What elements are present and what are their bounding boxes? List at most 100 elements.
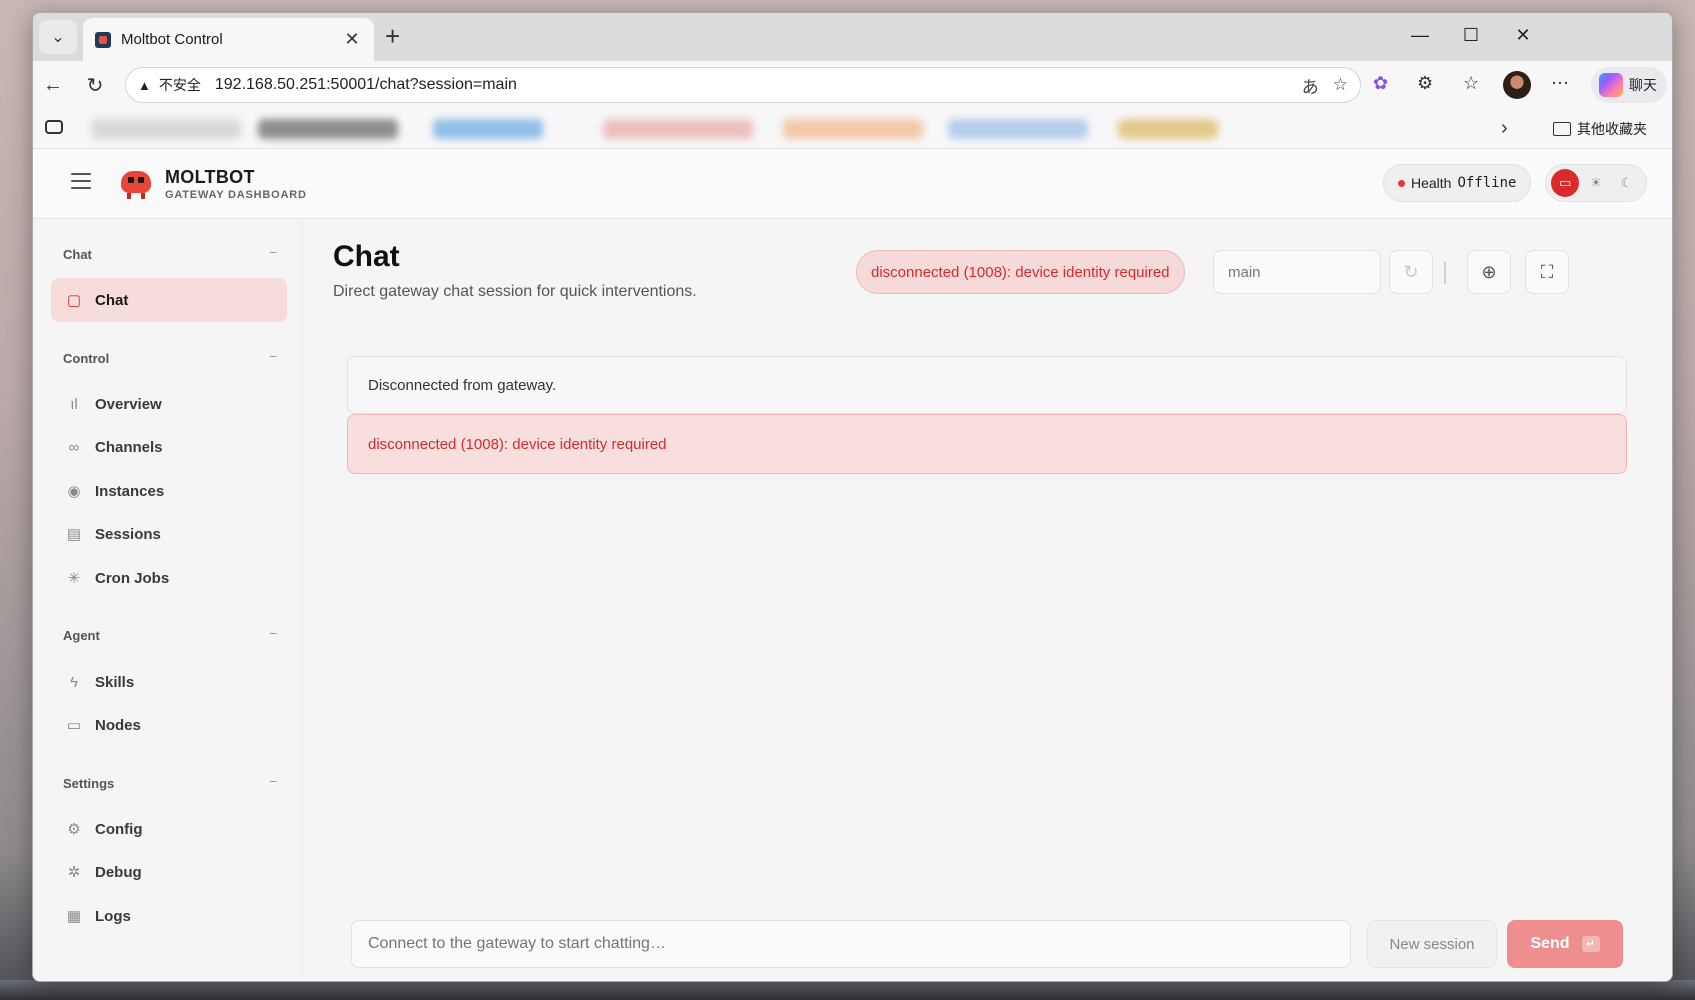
connection-error-badge: disconnected (1008): device identity req…: [856, 250, 1185, 294]
brand-title: MOLTBOT: [165, 167, 255, 187]
tab-actions-icon[interactable]: [45, 120, 63, 134]
sidebar-item-label: Overview: [95, 395, 162, 413]
sidebar-item-cron-jobs[interactable]: ✳ Cron Jobs: [51, 556, 287, 600]
app-header: MOLTBOT GATEWAY DASHBOARD Health Offline…: [33, 149, 1672, 219]
focus-mode-icon[interactable]: ⛶: [1525, 250, 1569, 294]
refresh-icon[interactable]: ↻: [1389, 250, 1433, 294]
radio-icon: ◉: [67, 483, 81, 500]
more-menu-icon[interactable]: ⋯: [1551, 73, 1569, 94]
loader-icon: ✳: [67, 570, 81, 587]
sidebar-item-channels[interactable]: ∞ Channels: [51, 425, 287, 469]
tab-title: Moltbot Control: [121, 31, 223, 48]
close-window-icon[interactable]: ✕: [1511, 25, 1535, 46]
bookmark-item[interactable]: [603, 119, 753, 139]
sidebar-item-debug[interactable]: ✲ Debug: [51, 850, 287, 894]
sidebar-item-instances[interactable]: ◉ Instances: [51, 469, 287, 513]
moltbot-logo-icon: [119, 168, 153, 200]
callout-error: disconnected (1008): device identity req…: [347, 414, 1627, 474]
tab-strip: ⌄ Moltbot Control ✕ + — ☐ ✕: [33, 13, 1672, 61]
bookmark-item[interactable]: [783, 119, 923, 139]
send-button[interactable]: Send ↵: [1507, 920, 1623, 968]
copilot-button[interactable]: 聊天: [1591, 67, 1667, 103]
brain-thinking-toggle-icon[interactable]: ⊕: [1467, 250, 1511, 294]
send-button-label: Send: [1530, 935, 1570, 952]
sidebar-item-skills[interactable]: ϟ Skills: [51, 660, 287, 704]
extensions-puzzle-icon[interactable]: ⚙: [1417, 73, 1433, 94]
callout-info: Disconnected from gateway.: [347, 356, 1627, 414]
monitor-icon: ▭: [66, 717, 82, 734]
hamburger-menu-icon[interactable]: [71, 173, 91, 194]
moltbot-app: MOLTBOT GATEWAY DASHBOARD Health Offline…: [33, 149, 1672, 981]
section-collapse-chat[interactable]: −: [269, 244, 277, 260]
sidebar-item-label: Instances: [95, 482, 165, 500]
message-composer-input[interactable]: [351, 920, 1351, 968]
theme-switcher: ▭ ☀ ☾: [1545, 164, 1647, 202]
other-bookmarks-label: 其他收藏夹: [1577, 121, 1647, 137]
minimize-icon[interactable]: —: [1408, 25, 1432, 46]
copilot-logo-icon: [1599, 73, 1623, 97]
other-bookmarks-folder[interactable]: 其他收藏夹: [1553, 119, 1647, 139]
favorites-list-icon[interactable]: ☆: [1463, 73, 1479, 94]
folder-icon: [1553, 122, 1571, 136]
main-content: Chat Direct gateway chat session for qui…: [303, 220, 1672, 981]
link-icon: ∞: [68, 438, 80, 456]
bookmark-item[interactable]: [948, 119, 1088, 139]
sidebar-item-chat[interactable]: ▢ Chat: [51, 278, 287, 322]
sidebar-item-label: Config: [95, 820, 143, 838]
desktop-background: [0, 980, 1695, 1000]
page-subtitle: Direct gateway chat session for quick in…: [333, 283, 697, 300]
address-bar[interactable]: ▲ 不安全 192.168.50.251:50001/chat?session=…: [125, 67, 1361, 103]
bookmark-item[interactable]: [1118, 119, 1218, 139]
section-collapse-agent[interactable]: −: [269, 625, 277, 641]
new-tab-button[interactable]: +: [385, 23, 400, 49]
chat-bubble-icon: ▢: [66, 292, 82, 309]
sidebar-item-label: Nodes: [95, 716, 141, 734]
sidebar-item-nodes[interactable]: ▭ Nodes: [51, 703, 287, 747]
favorite-star-icon[interactable]: ☆: [1333, 75, 1348, 95]
document-icon: ▤: [66, 526, 82, 543]
bookmark-item[interactable]: [91, 119, 241, 139]
sidebar-item-logs[interactable]: ▦ Logs: [51, 894, 287, 938]
browser-tab[interactable]: Moltbot Control ✕: [83, 18, 374, 61]
browser-window: ⌄ Moltbot Control ✕ + — ☐ ✕ ← ↻ ▲ 不安全 19…: [32, 12, 1673, 982]
tab-list-chevron-icon[interactable]: ⌄: [39, 20, 77, 54]
back-arrow-icon[interactable]: ←: [39, 71, 67, 99]
sidebar-item-sessions[interactable]: ▤ Sessions: [51, 512, 287, 556]
section-title-chat: Chat: [63, 247, 92, 262]
enter-key-icon: ↵: [1581, 936, 1600, 952]
chevron-right-icon[interactable]: ›: [1501, 117, 1508, 140]
browser-toolbar: ← ↻ ▲ 不安全 192.168.50.251:50001/chat?sess…: [33, 61, 1672, 109]
new-session-button[interactable]: New session: [1367, 920, 1497, 968]
close-tab-icon[interactable]: ✕: [342, 29, 362, 50]
sidebar-item-label: Sessions: [95, 525, 161, 543]
profile-avatar[interactable]: [1503, 71, 1531, 99]
warning-icon: ▲: [138, 77, 151, 93]
reload-icon[interactable]: ↻: [81, 71, 109, 99]
status-dot-icon: [1398, 179, 1405, 187]
dark-theme-moon-icon[interactable]: ☾: [1613, 169, 1641, 197]
sidebar-item-label: Debug: [95, 863, 142, 881]
url-text[interactable]: 192.168.50.251:50001/chat?session=main: [215, 76, 1288, 94]
brand-subtitle: GATEWAY DASHBOARD: [165, 189, 307, 201]
copilot-label: 聊天: [1629, 77, 1657, 93]
page-title: Chat: [333, 240, 400, 273]
bookmark-item[interactable]: [258, 119, 398, 139]
translate-icon[interactable]: あ: [1302, 73, 1319, 98]
session-key-input[interactable]: [1213, 250, 1381, 294]
health-label: Health: [1411, 175, 1452, 191]
section-title-agent: Agent: [63, 628, 100, 643]
system-theme-monitor-icon[interactable]: ▭: [1551, 169, 1580, 197]
section-title-settings: Settings: [63, 776, 115, 791]
section-collapse-control[interactable]: −: [269, 348, 277, 364]
light-theme-sun-icon[interactable]: ☀: [1582, 169, 1610, 197]
sidebar-item-config[interactable]: ⚙ Config: [51, 807, 287, 851]
section-collapse-settings[interactable]: −: [269, 773, 277, 789]
sidebar-item-label: Skills: [95, 673, 135, 691]
sidebar-item-label: Channels: [95, 438, 163, 456]
sidebar-item-overview[interactable]: ıl Overview: [51, 382, 287, 426]
maximize-icon[interactable]: ☐: [1459, 25, 1483, 46]
bookmark-item[interactable]: [433, 119, 543, 139]
lightning-icon: ϟ: [70, 673, 78, 691]
copilot-extension-icon[interactable]: ✿: [1373, 73, 1388, 94]
sidebar-item-label: Cron Jobs: [95, 569, 170, 587]
